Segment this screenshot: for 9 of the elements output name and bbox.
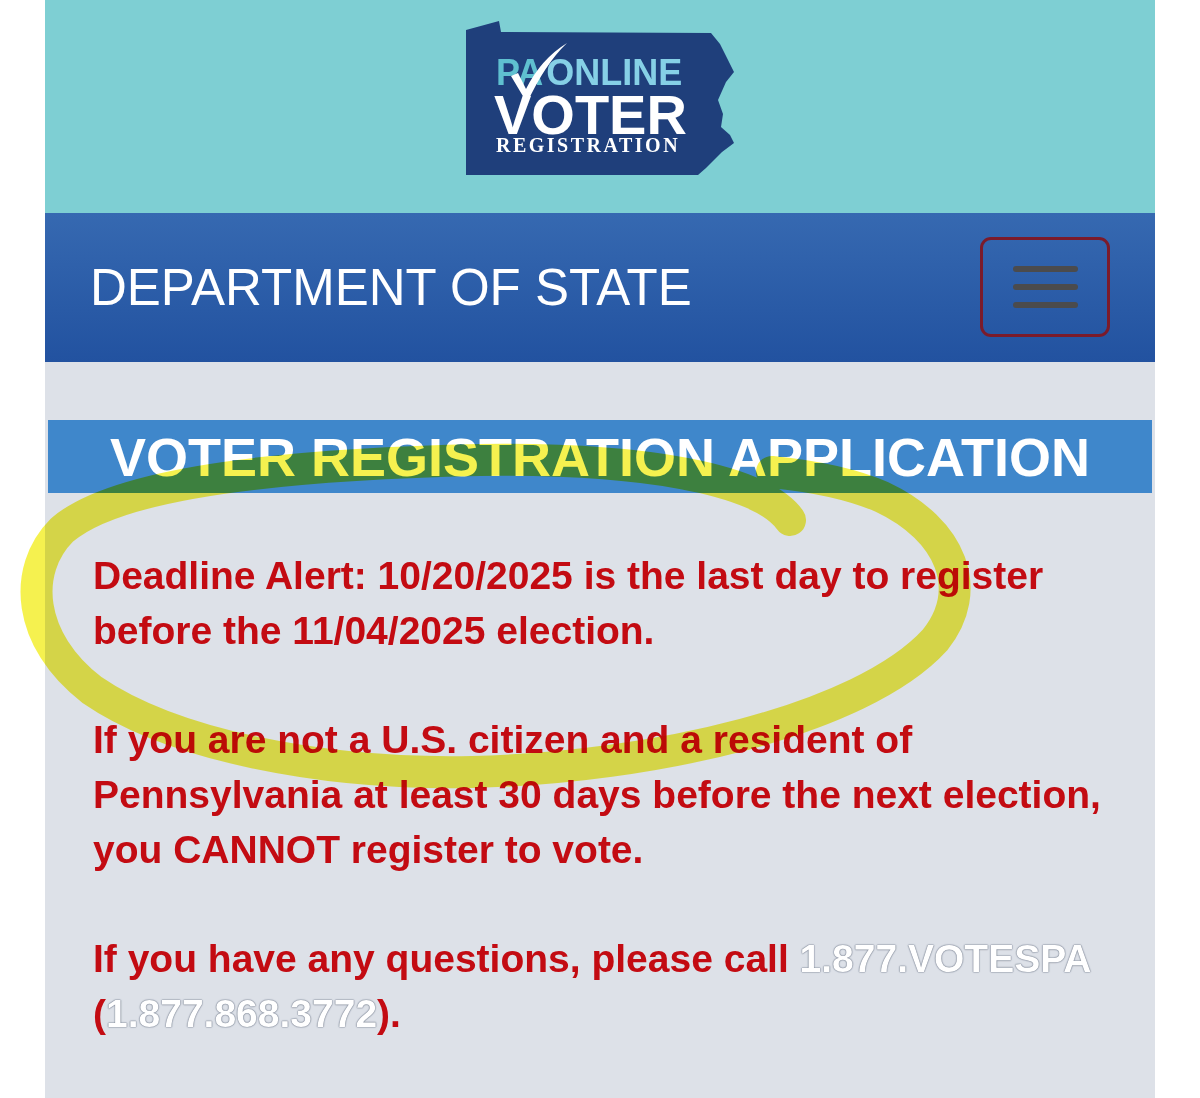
logo-tagline: ONLINE: [546, 58, 683, 88]
menu-icon: [1012, 265, 1078, 308]
department-title: DEPARTMENT OF STATE: [90, 259, 692, 316]
notice-text: If you have any questions, please call 1.877.VOTESPA (1.877.868.3772).: [93, 936, 1092, 1037]
logo-title: VOTER: [494, 93, 687, 137]
menu-button[interactable]: [980, 236, 1110, 337]
phone-link[interactable]: 1.877.868.3772: [106, 992, 378, 1035]
logo-subtitle: REGISTRATION: [496, 135, 681, 155]
phone-link[interactable]: 1.877.VOTESPA: [799, 937, 1091, 980]
